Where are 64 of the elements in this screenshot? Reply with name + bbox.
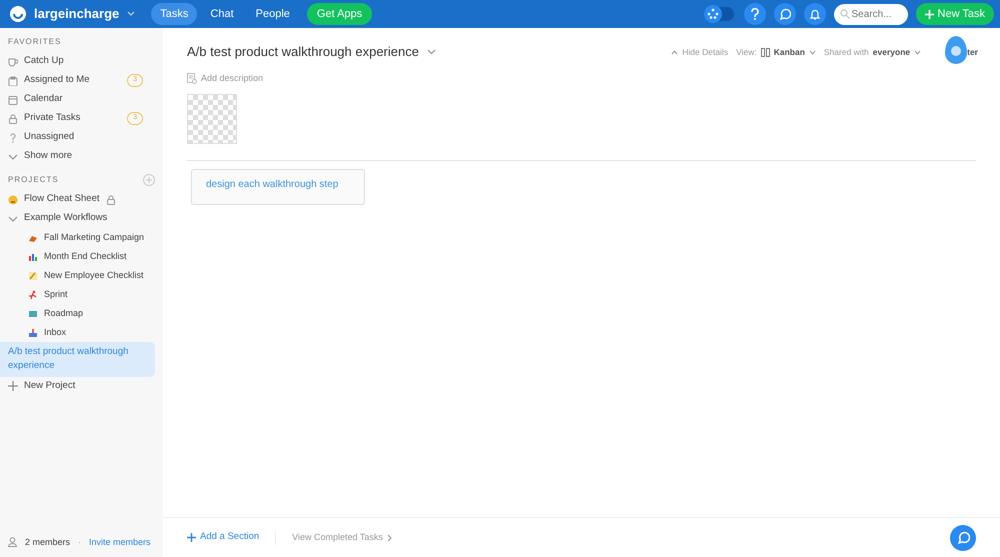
chat-bubble-icon[interactable] bbox=[950, 524, 976, 550]
image-placeholder bbox=[187, 94, 237, 144]
project-item[interactable]: Example Workflows bbox=[0, 209, 155, 228]
nav-tab[interactable]: People bbox=[246, 2, 299, 26]
sharing-selector[interactable]: Shared with everyone bbox=[824, 46, 922, 58]
chevron-right-icon bbox=[386, 534, 392, 542]
sidebar-item[interactable]: Catch Up bbox=[8, 52, 155, 71]
separator-dot: · bbox=[78, 536, 82, 548]
map-icon bbox=[28, 308, 38, 318]
logo-icon bbox=[10, 6, 26, 22]
section-heading: PROJECTS bbox=[8, 174, 59, 186]
person-icon bbox=[8, 537, 17, 548]
view-selector[interactable]: View: Kanban bbox=[736, 46, 816, 58]
chevron-down-icon[interactable] bbox=[8, 214, 18, 224]
bar-chart-icon bbox=[28, 252, 38, 262]
project-item[interactable]: Sprint bbox=[0, 285, 155, 304]
face-icon bbox=[8, 194, 18, 204]
chevron-down-icon bbox=[914, 50, 922, 54]
plus-icon bbox=[187, 533, 196, 542]
project-item[interactable]: New Employee Checklist bbox=[0, 266, 155, 285]
help-icon[interactable] bbox=[744, 3, 766, 25]
chat-bubble-icon[interactable] bbox=[774, 3, 796, 25]
invite-members-link[interactable]: Invite members bbox=[89, 536, 151, 549]
calendar-icon bbox=[8, 94, 18, 104]
filter-button[interactable]: ter bbox=[967, 46, 978, 58]
lock-icon bbox=[8, 114, 18, 124]
chevron-down-icon[interactable] bbox=[8, 152, 18, 162]
sidebar-item[interactable]: Unassigned bbox=[8, 128, 155, 147]
project-item[interactable]: Inbox bbox=[0, 323, 155, 342]
chevron-up-icon bbox=[671, 50, 678, 54]
search-field[interactable]: Search... bbox=[834, 4, 908, 24]
section-heading: FAVORITES bbox=[8, 36, 62, 48]
bell-icon[interactable] bbox=[804, 3, 826, 25]
toggle-switch-icon[interactable] bbox=[702, 4, 736, 24]
workspace-name[interactable]: largeincharge bbox=[34, 4, 120, 24]
columns-icon bbox=[760, 48, 770, 56]
project-item[interactable]: Flow Cheat Sheet bbox=[0, 190, 155, 209]
cup-icon bbox=[8, 56, 18, 66]
add-section-button[interactable]: Add a Section bbox=[187, 530, 260, 545]
sidebar-item[interactable]: Calendar bbox=[8, 90, 155, 109]
sidebar-item[interactable]: Show more bbox=[8, 147, 155, 166]
chevron-down-icon[interactable] bbox=[426, 49, 436, 55]
item-label: Unassigned bbox=[24, 130, 74, 144]
item-label: Calendar bbox=[24, 92, 63, 106]
nav-tab[interactable]: Chat bbox=[201, 2, 243, 26]
new-project-link[interactable]: New Project bbox=[8, 376, 155, 396]
question-icon bbox=[8, 132, 18, 142]
plus-icon bbox=[924, 10, 934, 18]
members-count: 2 members bbox=[25, 536, 70, 548]
clipboard-icon bbox=[8, 76, 18, 86]
item-label: Show more bbox=[24, 149, 72, 164]
chevron-down-icon bbox=[808, 50, 816, 54]
item-label: Catch Up bbox=[24, 54, 64, 68]
runner-icon bbox=[28, 290, 38, 300]
document-icon bbox=[187, 73, 197, 84]
project-item[interactable]: Month End Checklist bbox=[0, 247, 155, 266]
project-item[interactable]: Fall Marketing Campaign bbox=[0, 228, 155, 247]
item-label: Private Tasks bbox=[24, 111, 80, 126]
project-title: A/b test product walkthrough experience bbox=[187, 43, 419, 62]
inbox-tray-icon bbox=[28, 328, 38, 338]
memo-icon bbox=[28, 270, 38, 280]
project-item[interactable]: Roadmap bbox=[0, 304, 155, 323]
item-label: Assigned to Me bbox=[24, 73, 90, 88]
plus-icon bbox=[8, 381, 18, 391]
